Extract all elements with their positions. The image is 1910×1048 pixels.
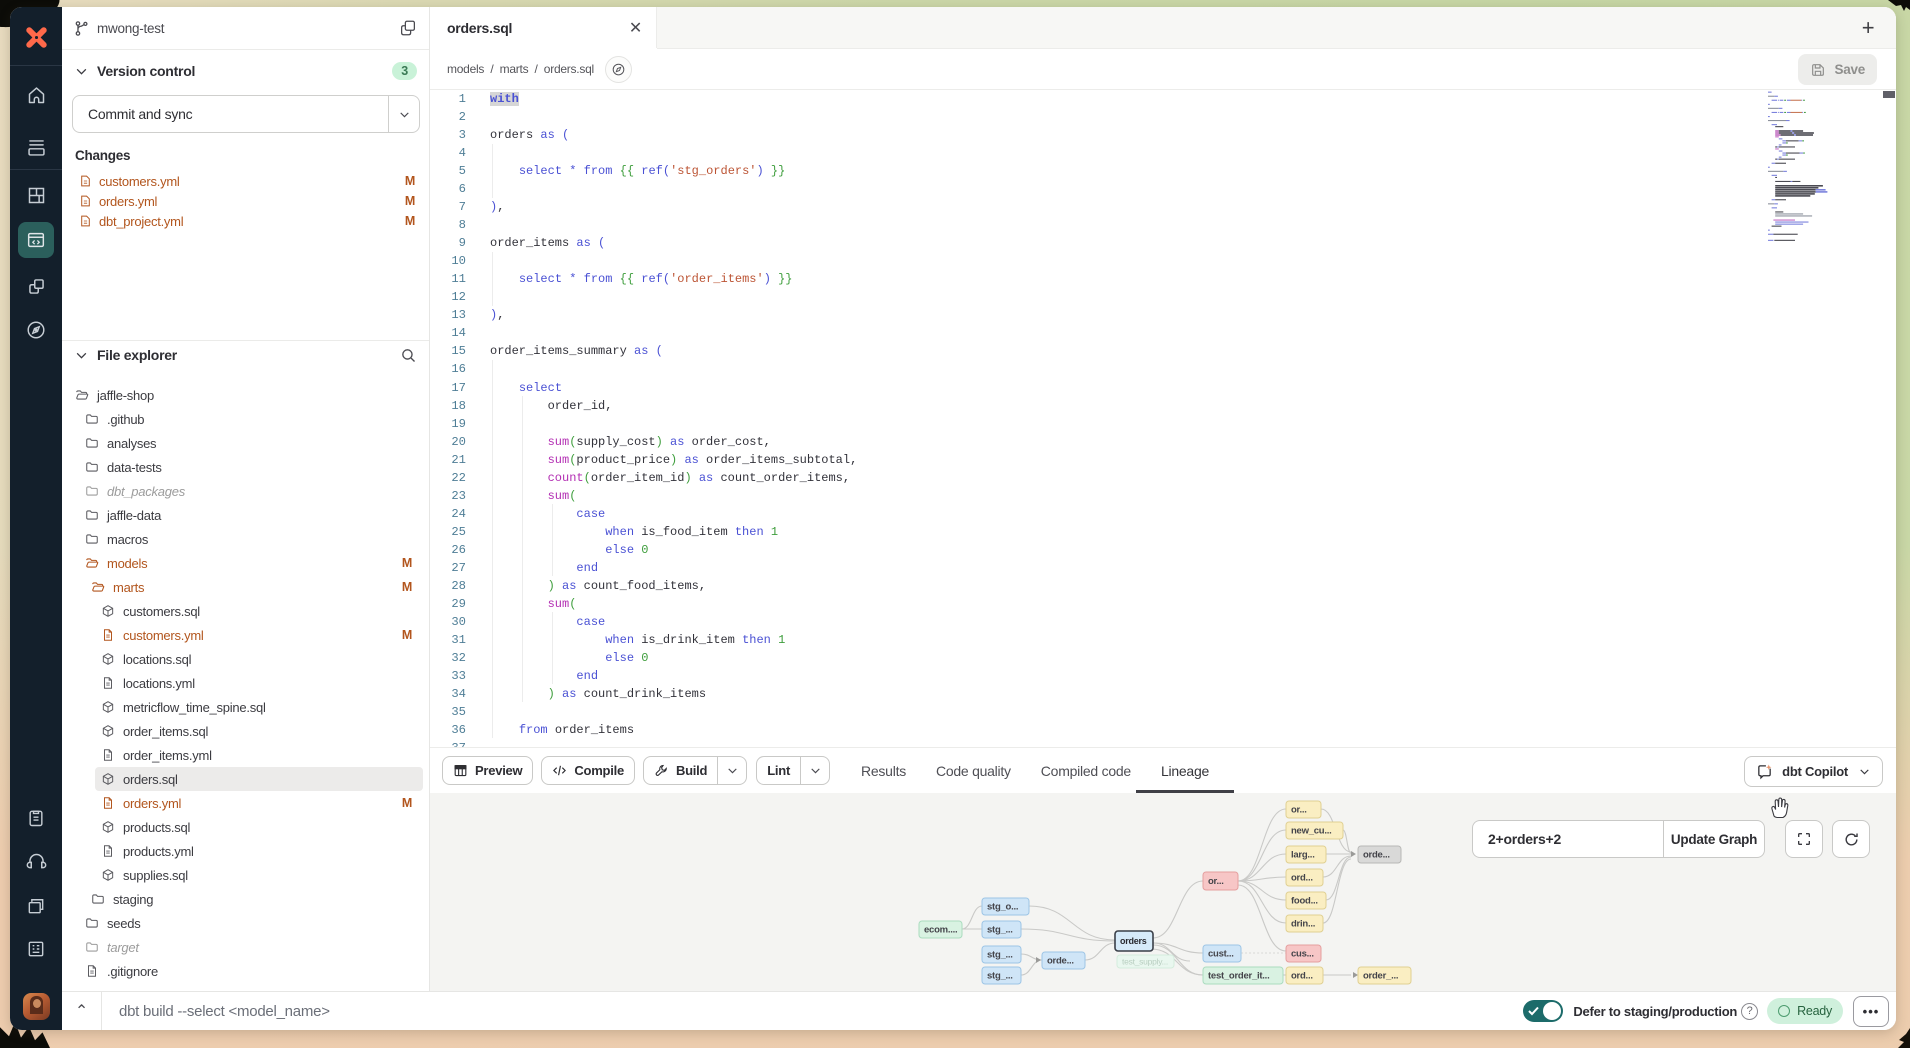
svg-text:new_cu...: new_cu... [1291, 826, 1332, 837]
svg-text:cus...: cus... [1291, 949, 1314, 960]
svg-text:stg_o...: stg_o... [987, 902, 1018, 913]
svg-text:drin...: drin... [1291, 919, 1315, 930]
svg-text:ecom....: ecom.... [924, 925, 957, 936]
svg-text:test_supply...: test_supply... [1122, 957, 1168, 967]
svg-text:or...: or... [1291, 805, 1307, 816]
svg-text:stg_...: stg_... [987, 971, 1013, 982]
svg-text:orde...: orde... [1047, 956, 1074, 967]
svg-text:test_order_it...: test_order_it... [1208, 971, 1269, 982]
svg-text:stg_...: stg_... [987, 925, 1013, 936]
svg-text:cust...: cust... [1208, 949, 1234, 960]
svg-text:order_...: order_... [1363, 971, 1398, 982]
svg-text:orde...: orde... [1363, 850, 1390, 861]
svg-text:or...: or... [1208, 876, 1224, 887]
svg-text:orders: orders [1120, 936, 1147, 946]
svg-text:stg_...: stg_... [987, 950, 1013, 961]
svg-text:food...: food... [1291, 896, 1318, 907]
svg-text:larg...: larg... [1291, 850, 1315, 861]
svg-text:ord...: ord... [1291, 873, 1313, 884]
svg-text:ord...: ord... [1291, 971, 1313, 982]
